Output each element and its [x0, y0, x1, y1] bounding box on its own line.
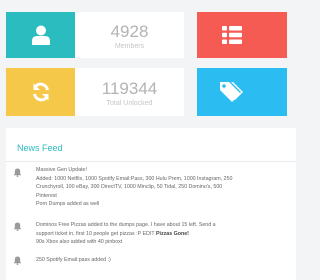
unlocked-stat-label: Total Unlocked [106, 100, 153, 107]
news-feed-divider [6, 161, 296, 162]
feed-item-line: Added: 1000 Netflix, 1000 Spotify Email:… [36, 175, 233, 182]
unlocked-stat-icon-panel [6, 68, 75, 116]
feed-item-line: Massive Gen Update! [36, 167, 87, 173]
feed-item-line: Crunchyroll, 100 eBay, 300 DirectTV, 100… [36, 184, 223, 191]
news-feed-panel: News Feed Massive Gen Update! Added: 100… [6, 128, 296, 280]
feed-item-line: 250 Spotify Email:pass added :) [36, 257, 111, 263]
feed-item-line: Dominos Free Pizzas added to the dumps p… [36, 222, 216, 228]
members-stat-label: Members [114, 43, 145, 50]
list-stat-icon-panel [197, 12, 287, 58]
tag-stat-icon-panel [197, 68, 287, 116]
list-icon [222, 26, 242, 44]
feed-item-text: Massive Gen Update! Added: 1000 Netflix,… [36, 166, 286, 209]
unlocked-stat-value: 119344 [101, 79, 158, 98]
unlocked-stat-card: 119344 Total Unlocked [6, 68, 184, 116]
feed-item-text: 250 Spotify Email:pass added :) [36, 256, 286, 265]
tag-icon [220, 82, 243, 102]
list-stat-card [197, 12, 287, 58]
feed-item-text: Dominos Free Pizzas added to the dumps p… [36, 221, 286, 247]
feed-item-line: 90s Xbox also added with 40 pinboxt [36, 239, 123, 246]
members-stat-icon-panel [6, 12, 75, 58]
feed-item-line: Porn Dumps added as well [36, 201, 100, 208]
refresh-icon [32, 82, 49, 102]
feed-item-line: support ticket in, first 10 people get p… [36, 230, 286, 239]
tag-stat-card [197, 68, 287, 116]
news-feed-title: News Feed [17, 143, 63, 153]
bell-icon [13, 222, 22, 231]
members-stat-card: 4928 Members [6, 12, 184, 58]
members-stat-value: 4928 [110, 22, 149, 41]
feed-item-highlight: Pizzas Gone! [155, 230, 189, 237]
feed-item-text-segment: support ticket in, first 10 people get p… [36, 230, 155, 237]
feed-item-line: Pinterest [36, 192, 57, 199]
bell-icon [13, 168, 22, 177]
bell-icon [13, 256, 22, 265]
user-icon [31, 25, 50, 45]
